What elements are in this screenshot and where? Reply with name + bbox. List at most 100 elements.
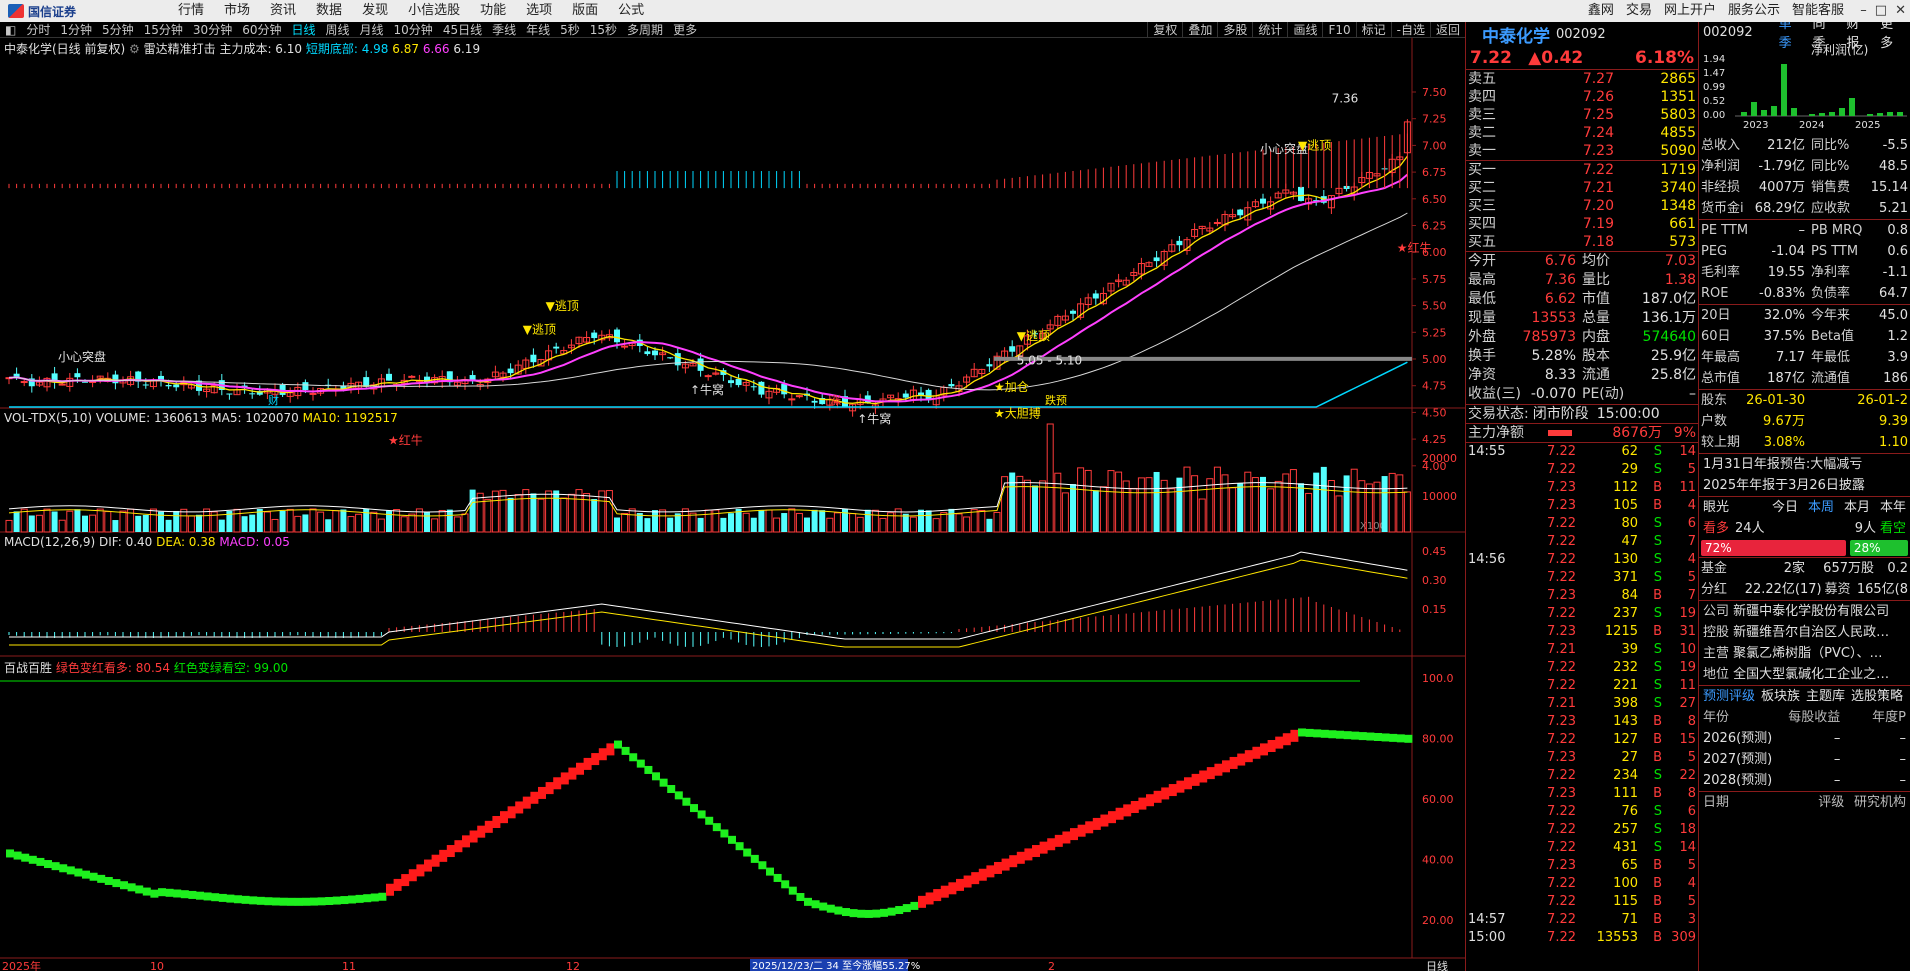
chart-tool-6[interactable]: 标记 bbox=[1355, 22, 1391, 38]
bid-row[interactable]: 买四 7.19 661 bbox=[1466, 215, 1698, 233]
period-tab-14[interactable]: 15秒 bbox=[585, 22, 622, 38]
nav-item-4[interactable]: 发现 bbox=[352, 0, 398, 22]
eye-tab-1[interactable]: 本周 bbox=[1808, 497, 1834, 518]
chart-tool-4[interactable]: 画线 bbox=[1287, 22, 1322, 38]
bull-bar[interactable]: 72% bbox=[1701, 540, 1846, 556]
period-tab-9[interactable]: 10分钟 bbox=[389, 22, 438, 38]
tick-row[interactable]: 7.23 143 B 8 bbox=[1466, 713, 1698, 731]
period-tab-12[interactable]: 年线 bbox=[521, 22, 555, 38]
tick-row[interactable]: 7.22 80 S 6 bbox=[1466, 515, 1698, 533]
tick-row[interactable]: 7.22 431 S 14 bbox=[1466, 839, 1698, 857]
ask-row[interactable]: 卖三 7.25 5803 bbox=[1466, 106, 1698, 124]
notice-2[interactable]: 2025年年报于3月26日披露 bbox=[1699, 475, 1910, 496]
top-link-2[interactable]: 网上开户 bbox=[1658, 0, 1722, 22]
kline-chart-svg[interactable]: 7.507.257.006.756.506.256.005.755.505.25… bbox=[0, 38, 1465, 971]
period-tab-5[interactable]: 60分钟 bbox=[237, 22, 286, 38]
macd-title[interactable]: MACD(12,26,9) bbox=[4, 535, 95, 549]
tick-row[interactable]: 7.23 65 B 5 bbox=[1466, 857, 1698, 875]
chart-tool-0[interactable]: 复权 bbox=[1147, 22, 1182, 38]
chart-tool-1[interactable]: 叠加 bbox=[1182, 22, 1217, 38]
tick-row[interactable]: 7.22 76 S 6 bbox=[1466, 803, 1698, 821]
period-tab-3[interactable]: 15分钟 bbox=[139, 22, 188, 38]
nav-item-3[interactable]: 数据 bbox=[306, 0, 352, 22]
period-tab-10[interactable]: 45日线 bbox=[438, 22, 487, 38]
indicator-name[interactable]: 雷达精准打击 bbox=[144, 42, 216, 56]
nav-item-9[interactable]: 公式 bbox=[608, 0, 654, 22]
bear-bar[interactable]: 28% bbox=[1849, 540, 1908, 556]
tick-row[interactable]: 7.23 112 B 11 bbox=[1466, 479, 1698, 497]
period-tab-1[interactable]: 1分钟 bbox=[55, 22, 97, 38]
top-link-3[interactable]: 服务公示 bbox=[1722, 0, 1786, 22]
tick-row[interactable]: 7.22 29 S 5 bbox=[1466, 461, 1698, 479]
tick-row[interactable]: 7.22 232 S 19 bbox=[1466, 659, 1698, 677]
eye-tab-3[interactable]: 本年 bbox=[1880, 497, 1906, 518]
tick-row[interactable]: 7.23 84 B 7 bbox=[1466, 587, 1698, 605]
forecast-tab-2[interactable]: 主题库 bbox=[1806, 686, 1845, 707]
vol-title[interactable]: VOL-TDX(5,10) bbox=[4, 411, 92, 425]
settings-icon[interactable]: ⚙ bbox=[129, 42, 140, 56]
top-link-1[interactable]: 交易 bbox=[1620, 0, 1658, 22]
tick-row[interactable]: 7.22 115 B 5 bbox=[1466, 893, 1698, 911]
maximize-icon[interactable]: □ bbox=[1875, 0, 1887, 22]
ask-row[interactable]: 卖五 7.27 2865 bbox=[1466, 70, 1698, 88]
tick-row[interactable]: 14:56 7.22 130 S 4 bbox=[1466, 551, 1698, 569]
period-tab-15[interactable]: 多周期 bbox=[622, 22, 668, 38]
layout-toggle-icon[interactable]: ◧ bbox=[0, 22, 21, 38]
tick-list[interactable]: 14:55 7.22 62 S 14 7.22 29 S 5 7.23 112 B 11 7.23 105 B… bbox=[1466, 443, 1698, 947]
period-tab-16[interactable]: 更多 bbox=[668, 22, 702, 38]
tick-row[interactable]: 14:57 7.22 71 B 3 bbox=[1466, 911, 1698, 929]
period-tab-13[interactable]: 5秒 bbox=[555, 22, 585, 38]
bid-row[interactable]: 买二 7.21 3740 bbox=[1466, 179, 1698, 197]
forecast-tab-3[interactable]: 选股策略 bbox=[1851, 686, 1903, 707]
period-tab-11[interactable]: 季线 bbox=[487, 22, 521, 38]
nav-item-0[interactable]: 行情 bbox=[168, 0, 214, 22]
tick-row[interactable]: 7.22 234 S 22 bbox=[1466, 767, 1698, 785]
bid-row[interactable]: 买一 7.22 1719 bbox=[1466, 161, 1698, 179]
tick-row[interactable]: 7.22 127 B 15 bbox=[1466, 731, 1698, 749]
notice-1[interactable]: 1月31日年报预告:大幅减亏 bbox=[1699, 454, 1910, 475]
tick-row[interactable]: 7.21 39 S 10 bbox=[1466, 641, 1698, 659]
tick-row[interactable]: 7.22 47 S 7 bbox=[1466, 533, 1698, 551]
ask-row[interactable]: 卖二 7.24 4855 bbox=[1466, 124, 1698, 142]
chart-tool-2[interactable]: 多股 bbox=[1217, 22, 1252, 38]
nav-item-6[interactable]: 功能 bbox=[470, 0, 516, 22]
bid-row[interactable]: 买三 7.20 1348 bbox=[1466, 197, 1698, 215]
chart-tool-8[interactable]: 返回 bbox=[1429, 22, 1465, 38]
period-tab-0[interactable]: 分时 bbox=[21, 22, 55, 38]
close-icon[interactable]: ✕ bbox=[1895, 0, 1906, 22]
tick-row[interactable]: 7.22 221 S 11 bbox=[1466, 677, 1698, 695]
period-tab-2[interactable]: 5分钟 bbox=[97, 22, 139, 38]
ask-row[interactable]: 卖四 7.26 1351 bbox=[1466, 88, 1698, 106]
tick-row[interactable]: 7.23 27 B 5 bbox=[1466, 749, 1698, 767]
vote-bar[interactable]: 72% 28% bbox=[1699, 539, 1910, 557]
period-tab-6[interactable]: 日线 bbox=[286, 22, 320, 38]
chart-area[interactable]: 7.50 7.25 7.00 6.75 6.50 6.25 6.00 5.75 5.50 5.25… bbox=[0, 38, 1465, 971]
bid-row[interactable]: 买五 7.18 573 bbox=[1466, 233, 1698, 251]
tick-row[interactable]: 14:55 7.22 62 S 14 bbox=[1466, 443, 1698, 461]
nav-item-2[interactable]: 资讯 bbox=[260, 0, 306, 22]
tick-row[interactable]: 15:00 7.22 13553 B 309 bbox=[1466, 929, 1698, 947]
tick-row[interactable]: 7.23 1215 B 31 bbox=[1466, 623, 1698, 641]
tick-row[interactable]: 7.22 100 B 4 bbox=[1466, 875, 1698, 893]
ask-row[interactable]: 卖一 7.23 5090 bbox=[1466, 142, 1698, 160]
tick-row[interactable]: 7.22 371 S 5 bbox=[1466, 569, 1698, 587]
period-tab-8[interactable]: 月线 bbox=[355, 22, 389, 38]
eye-tab-2[interactable]: 本月 bbox=[1844, 497, 1870, 518]
top-link-4[interactable]: 智能客服 bbox=[1786, 0, 1850, 22]
minimize-icon[interactable]: – bbox=[1860, 0, 1867, 22]
nav-item-1[interactable]: 市场 bbox=[214, 0, 260, 22]
chart-tool-3[interactable]: 统计 bbox=[1252, 22, 1287, 38]
nav-item-8[interactable]: 版面 bbox=[562, 0, 608, 22]
nav-item-5[interactable]: 小信选股 bbox=[398, 0, 470, 22]
period-tab-7[interactable]: 周线 bbox=[321, 22, 355, 38]
tick-row[interactable]: 7.21 398 S 27 bbox=[1466, 695, 1698, 713]
tick-row[interactable]: 7.23 111 B 8 bbox=[1466, 785, 1698, 803]
tick-row[interactable]: 7.22 237 S 19 bbox=[1466, 605, 1698, 623]
chart-tool-7[interactable]: -自选 bbox=[1390, 22, 1430, 38]
tick-row[interactable]: 7.23 105 B 4 bbox=[1466, 497, 1698, 515]
forecast-tab-0[interactable]: 预测评级 bbox=[1703, 686, 1755, 707]
tick-row[interactable]: 7.22 257 S 18 bbox=[1466, 821, 1698, 839]
nav-item-7[interactable]: 选项 bbox=[516, 0, 562, 22]
eye-tab-0[interactable]: 今日 bbox=[1772, 497, 1798, 518]
top-link-0[interactable]: 鑫网 bbox=[1582, 0, 1620, 22]
